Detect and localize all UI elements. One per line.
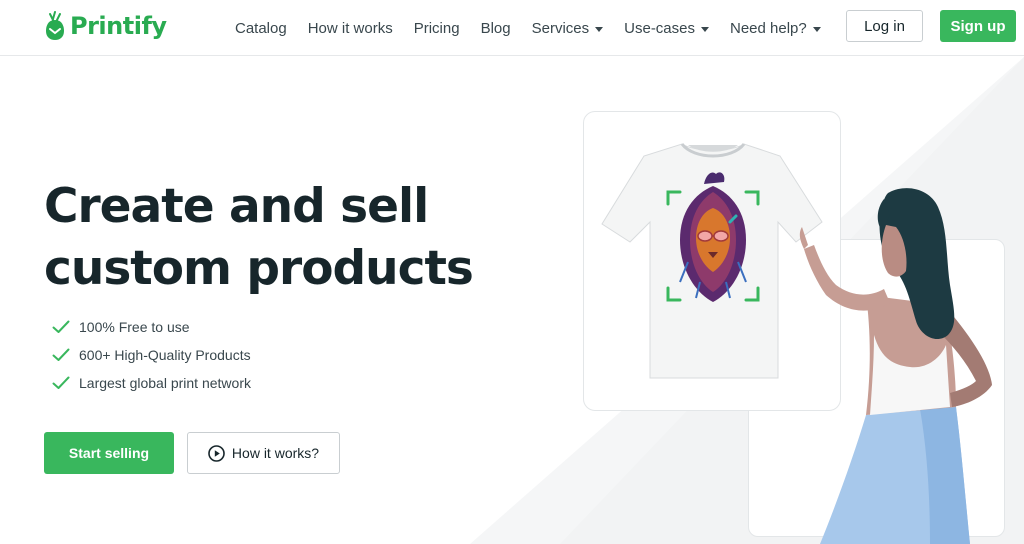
nav-item-how-it-works[interactable]: How it works xyxy=(308,20,393,37)
main-nav: Catalog How it works Pricing Blog Servic… xyxy=(235,0,842,56)
check-icon xyxy=(52,348,70,361)
brand-name: Printify xyxy=(70,12,167,40)
nav-item-label: Services xyxy=(531,19,590,37)
caret-down-icon xyxy=(595,26,604,32)
nav-item-label: Blog xyxy=(480,19,511,37)
feature-list: 100% Free to use 600+ High-Quality Produ… xyxy=(52,313,251,397)
nav-item-blog[interactable]: Blog xyxy=(481,20,511,37)
how-it-works-button[interactable]: How it works? xyxy=(187,432,340,474)
nav-item-services[interactable]: Services xyxy=(532,20,604,37)
check-icon xyxy=(52,376,70,389)
login-button[interactable]: Log in xyxy=(846,10,923,42)
feature-text: 100% Free to use xyxy=(79,319,190,335)
caret-down-icon xyxy=(812,26,821,32)
nav-item-label: Pricing xyxy=(413,19,460,37)
how-it-works-label: How it works? xyxy=(231,445,320,461)
nav-item-label: How it works xyxy=(307,19,393,37)
nav-item-label: Need help? xyxy=(730,19,807,37)
feature-item: 100% Free to use xyxy=(52,313,251,341)
hero-title-line-2: custom products xyxy=(44,241,474,296)
check-icon xyxy=(52,320,70,333)
hero-title: Create and sell custom products xyxy=(44,176,524,300)
logo-icon xyxy=(46,11,64,40)
play-circle-icon xyxy=(208,444,225,462)
feature-text: Largest global print network xyxy=(79,375,251,391)
nav-item-label: Catalog xyxy=(235,19,287,37)
nav-item-need-help[interactable]: Need help? xyxy=(730,20,821,37)
caret-down-icon xyxy=(701,26,709,32)
start-selling-button[interactable]: Start selling xyxy=(44,432,174,474)
feature-text: 600+ High-Quality Products xyxy=(79,347,251,363)
nav-item-label: Use-cases xyxy=(624,19,695,37)
nav-item-pricing[interactable]: Pricing xyxy=(414,20,460,37)
printify-logo[interactable]: Printify xyxy=(44,11,167,41)
nav-item-catalog[interactable]: Catalog xyxy=(235,20,287,37)
hero-title-line-1: Create and sell xyxy=(44,179,429,234)
feature-item: Largest global print network xyxy=(52,369,251,397)
site-header: Printify Catalog How it works Pricing Bl… xyxy=(0,0,1024,56)
person-illustration xyxy=(799,188,992,544)
nav-item-use-cases[interactable]: Use-cases xyxy=(624,20,709,37)
signup-button[interactable]: Sign up xyxy=(940,10,1016,42)
feature-item: 600+ High-Quality Products xyxy=(52,341,251,369)
